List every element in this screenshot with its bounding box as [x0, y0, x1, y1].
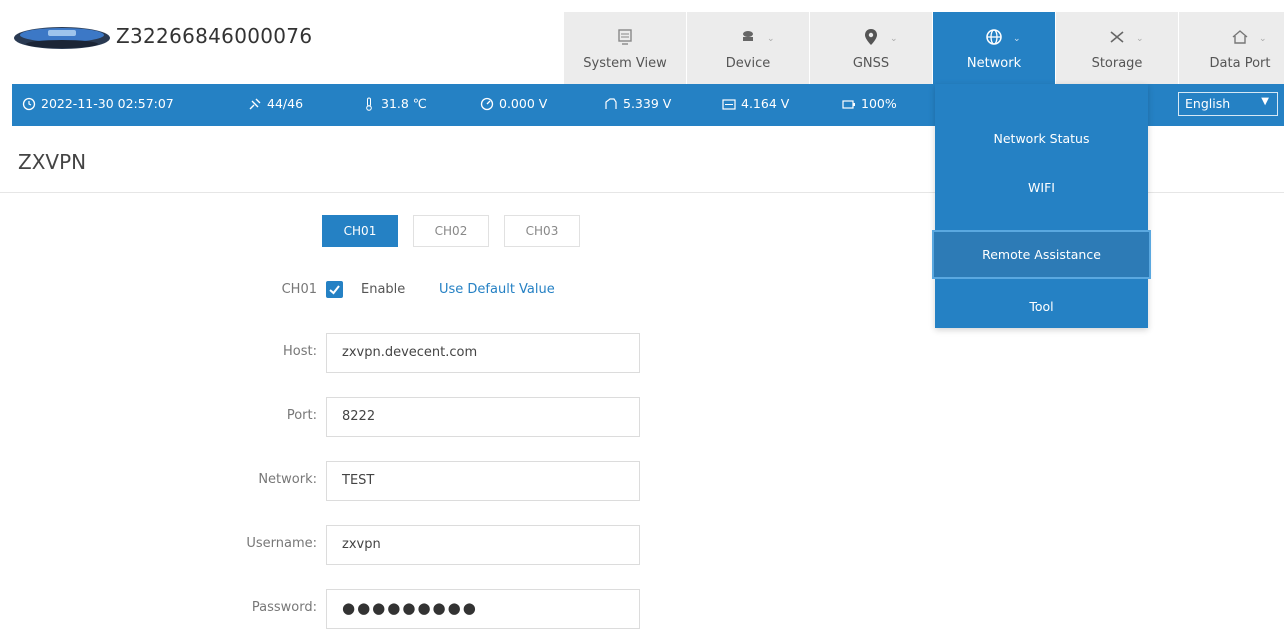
chevron-down-icon: ⌄ — [1136, 34, 1144, 44]
home-icon — [1232, 30, 1248, 44]
status-satellites: 44/46 — [248, 96, 303, 111]
menu-item-remote-assistance[interactable]: Remote Assistance — [932, 230, 1151, 279]
status-temperature: 31.8 ℃ — [362, 96, 427, 111]
checkmark-icon — [329, 285, 340, 295]
nav-network[interactable]: ⌄ Network — [932, 12, 1055, 84]
monitor-icon — [618, 29, 632, 45]
language-value: English — [1185, 96, 1231, 111]
thermometer-icon — [366, 97, 372, 111]
menu-item-tool[interactable]: Tool — [935, 282, 1148, 331]
network-dropdown-menu: Network Status WIFI Mobile Remote Assist… — [932, 84, 1151, 331]
device-icon — [743, 31, 753, 41]
nav-storage[interactable]: ⌄ Storage — [1055, 12, 1178, 84]
chevron-down-icon: ⌄ — [767, 34, 775, 44]
header: Z32266846000076 System View ⌄ Device ⌄ G… — [0, 0, 1284, 84]
satellites-value: 44/46 — [267, 96, 304, 111]
network-input[interactable]: TEST — [326, 461, 640, 501]
tab-ch03[interactable]: CH03 — [504, 215, 580, 247]
globe-icon — [986, 29, 1002, 45]
nav-label: System View — [583, 56, 667, 71]
status-voltage-2: 5.339 V — [604, 96, 671, 111]
location-pin-icon — [865, 29, 877, 45]
tab-ch01[interactable]: CH01 — [322, 215, 398, 247]
password-input[interactable]: ●●●●●●●●● — [326, 589, 640, 629]
language-select[interactable]: English ▼ — [1178, 92, 1278, 116]
voltage1-value: 0.000 V — [499, 96, 548, 111]
nav-label: Storage — [1091, 56, 1143, 71]
nav-label: GNSS — [852, 56, 890, 71]
enable-label: Enable — [361, 282, 406, 297]
password-label: Password: — [251, 600, 317, 615]
username-input[interactable]: zxvpn — [326, 525, 640, 565]
battery-value: 100% — [861, 96, 897, 111]
network-label: Network: — [258, 472, 317, 487]
page-title: ZXVPN — [18, 150, 87, 174]
chevron-down-icon: ⌄ — [890, 34, 898, 44]
battery-box-icon — [722, 98, 736, 110]
chevron-down-icon: ▼ — [1261, 96, 1269, 107]
nav-label: Data Port — [1209, 56, 1271, 71]
storage-icon — [1110, 31, 1124, 43]
port-label: Port: — [286, 408, 317, 423]
status-voltage-1: 0.000 V — [480, 96, 547, 111]
chevron-down-icon: ⌄ — [1013, 34, 1021, 44]
voltage2-value: 5.339 V — [623, 96, 672, 111]
satellite-icon — [249, 98, 261, 109]
nav-system-view[interactable]: System View — [563, 12, 686, 84]
port-input[interactable]: 8222 — [326, 397, 640, 437]
battery-icon — [842, 99, 855, 109]
host-label: Host: — [283, 344, 317, 359]
username-label: Username: — [246, 536, 317, 551]
host-input[interactable]: zxvpn.devecent.com — [326, 333, 640, 373]
status-battery: 100% — [842, 96, 897, 111]
clock-icon — [22, 97, 36, 110]
datetime-value: 2022-11-30 02:57:07 — [41, 96, 174, 111]
power-plug-icon — [605, 97, 617, 109]
menu-item-network-status[interactable]: Network Status — [935, 114, 1148, 163]
use-default-value-link[interactable]: Use Default Value — [439, 282, 555, 297]
nav-device[interactable]: ⌄ Device — [686, 12, 809, 84]
nav-label: Network — [966, 56, 1022, 71]
tab-ch02[interactable]: CH02 — [413, 215, 489, 247]
voltage3-value: 4.164 V — [741, 96, 790, 111]
nav-label: Device — [725, 56, 771, 71]
nav-gnss[interactable]: ⌄ GNSS — [809, 12, 932, 84]
nav-data-port[interactable]: ⌄ Data Port — [1178, 12, 1284, 84]
status-datetime: 2022-11-30 02:57:07 — [22, 96, 174, 111]
status-voltage-3: 4.164 V — [722, 96, 789, 111]
enable-checkbox[interactable] — [326, 281, 343, 298]
gauge-icon — [480, 97, 494, 110]
receiver-logo-icon — [14, 27, 110, 49]
channel-label: CH01 — [281, 282, 317, 297]
menu-item-wifi[interactable]: WIFI — [935, 163, 1148, 212]
chevron-down-icon: ⌄ — [1259, 34, 1267, 44]
temperature-value: 31.8 ℃ — [381, 96, 427, 111]
main-nav: System View ⌄ Device ⌄ GNSS ⌄ Network ⌄ … — [563, 12, 1284, 84]
device-serial: Z32266846000076 — [116, 24, 313, 48]
